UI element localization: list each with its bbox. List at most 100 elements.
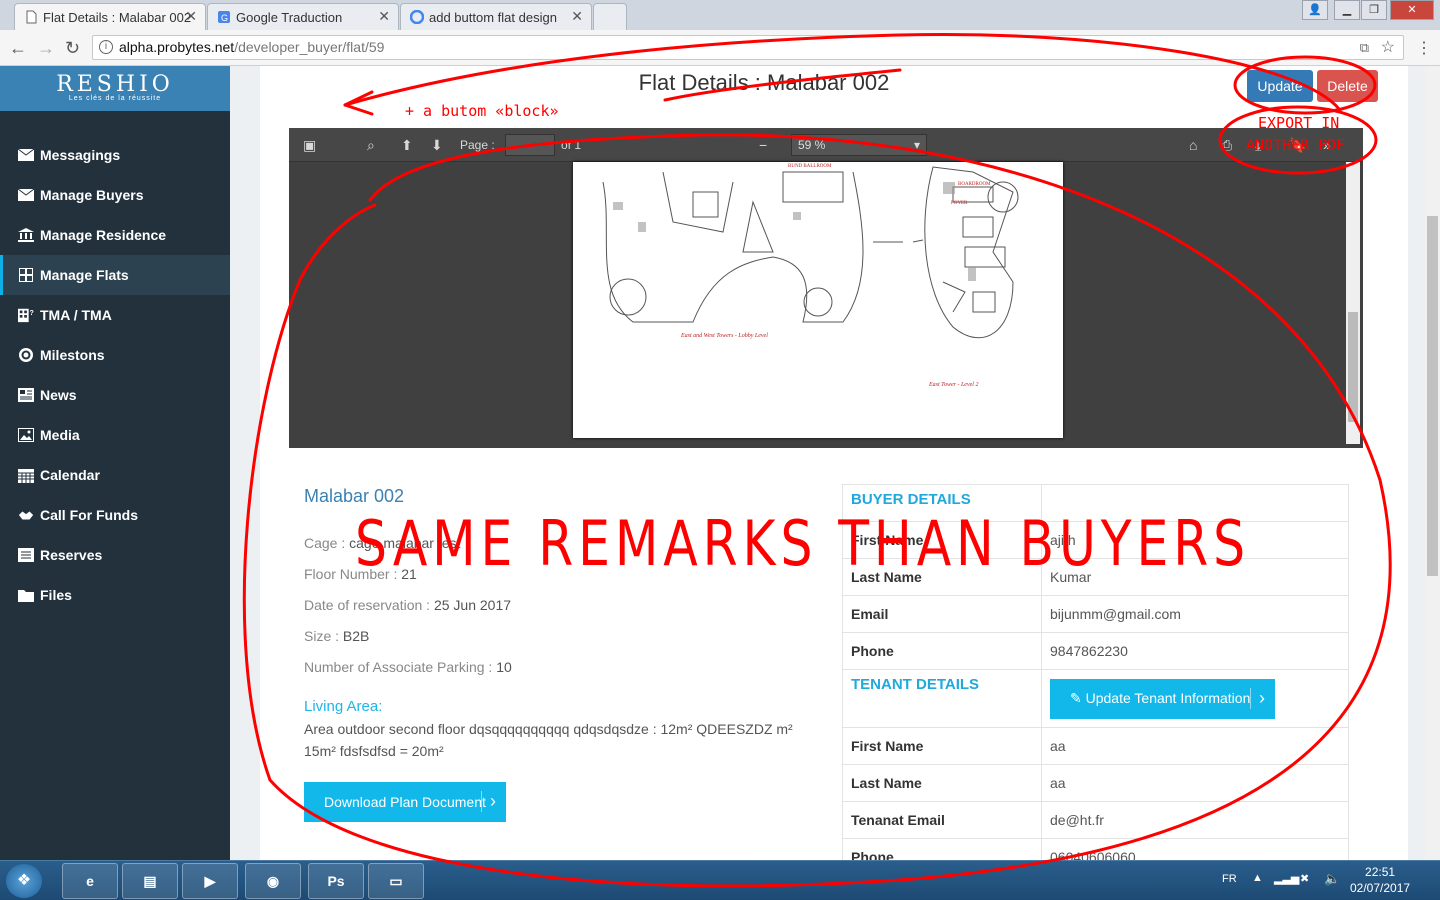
room-label: BUND BALLROOM — [788, 164, 832, 169]
close-icon[interactable]: ✕ — [378, 8, 390, 25]
page-count: of 1 — [561, 138, 582, 152]
chrome-icon[interactable]: ◉ — [245, 863, 301, 899]
star-icon[interactable]: ☆ — [1381, 36, 1395, 59]
delete-button[interactable]: Delete — [1317, 70, 1378, 102]
table-row: Last Name Kumar — [842, 558, 1349, 596]
reload-icon[interactable]: ↻ — [65, 38, 80, 59]
envelope-icon — [18, 148, 34, 162]
bookmark-icon[interactable]: 🔖 — [1289, 137, 1306, 154]
details-table: BUYER DETAILS First Name ajith Last Name… — [842, 484, 1349, 860]
tab-flat-details[interactable]: Flat Details : Malabar 002 ✕ — [14, 3, 206, 30]
download-icon[interactable]: ⤓ — [1255, 137, 1261, 154]
sidebar-item-manage-flats[interactable]: Manage Flats — [0, 255, 230, 295]
update-tenant-button[interactable]: ✎ Update Tenant Information › — [1050, 678, 1275, 719]
tab-add-button[interactable]: add buttom flat design ✕ — [400, 3, 592, 30]
clock-time: 22:51 — [1365, 865, 1396, 879]
photoshop-icon[interactable]: Ps — [308, 863, 364, 899]
sidebar-item-label: Messagings — [40, 147, 121, 163]
calendar-icon — [18, 468, 34, 483]
url-input[interactable]: i alpha.probytes.net/developer_buyer/fla… — [92, 35, 1404, 60]
pdf-viewer: ▣ ⌕ ⬆ ⬇ Page : of 1 − 59 % ▾ ⌂ ⎙ ⤓ 🔖 » B… — [289, 128, 1363, 448]
scrollbar-thumb[interactable] — [1348, 312, 1358, 422]
zoom-select[interactable]: 59 % ▾ — [791, 134, 927, 156]
sidebar-item-files[interactable]: Files — [0, 575, 230, 615]
new-tab-button[interactable] — [593, 3, 627, 30]
close-icon[interactable]: ✕ — [185, 8, 197, 25]
open-file-icon[interactable]: ⌂ — [1189, 137, 1197, 153]
clock[interactable]: 22:51 02/07/2017 — [1350, 864, 1410, 896]
search-icon[interactable]: ⌕ — [367, 137, 375, 154]
sidebar-item-label: Call For Funds — [40, 507, 138, 523]
download-plan-button[interactable]: Download Plan Document › — [304, 782, 506, 822]
sidebar-item-manage-residence[interactable]: Manage Residence — [0, 215, 230, 255]
media-player-icon[interactable]: ▶ — [182, 863, 238, 899]
user-icon[interactable]: 👤 — [1302, 0, 1328, 20]
image-icon — [18, 428, 34, 442]
sidebar-item-messagings[interactable]: Messagings — [0, 135, 230, 175]
target-icon — [18, 348, 34, 362]
zoom-out-icon[interactable]: − — [759, 137, 767, 153]
print-icon[interactable]: ⎙ — [1221, 137, 1232, 154]
room-label: BOARDROOM — [958, 182, 991, 187]
field-value: B2B — [342, 628, 370, 644]
back-arrow-icon[interactable]: ← — [9, 38, 27, 59]
previous-page-icon[interactable]: ⬆ — [401, 137, 413, 154]
menu-icon[interactable]: ⋮ — [1416, 38, 1432, 58]
forward-arrow-icon[interactable]: → — [37, 38, 55, 59]
page-icon — [26, 10, 37, 24]
tab-google-traduction[interactable]: G Google Traduction ✕ — [207, 3, 399, 30]
sidebar-item-manage-buyers[interactable]: Manage Buyers — [0, 175, 230, 215]
ie-icon[interactable]: e — [62, 863, 118, 899]
row-value: aa — [1041, 727, 1349, 765]
brand-tagline: Les clés de la réussite — [68, 95, 162, 102]
windows-start-icon[interactable]: ❖ — [6, 864, 42, 898]
window-close-icon[interactable]: ✕ — [1390, 0, 1434, 20]
flat-fields: Cage : cage malabar test Floor Number : … — [304, 528, 512, 683]
tools-icon[interactable]: » — [1323, 137, 1331, 153]
next-page-icon[interactable]: ⬇ — [431, 137, 443, 154]
signal-icon[interactable]: ▂▃▅ — [1274, 872, 1299, 885]
page-number-input[interactable] — [505, 134, 555, 156]
address-bar: ← → ↻ i alpha.probytes.net/developer_buy… — [0, 30, 1440, 66]
page-scrollbar[interactable] — [1425, 66, 1440, 860]
minimize-icon[interactable]: ▁ — [1334, 0, 1360, 20]
newspaper-icon — [18, 388, 34, 402]
arrow-up-icon[interactable]: ▲ — [1252, 872, 1263, 884]
pdf-page: BUND BALLROOM BOARDROOM FOYER East and W… — [573, 162, 1063, 438]
url-path: /developer_buyer/flat/59 — [234, 39, 385, 55]
info-icon[interactable]: i — [99, 40, 113, 54]
table-row: Email bijunmm@gmail.com — [842, 595, 1349, 633]
table-row: First Name aa — [842, 727, 1349, 765]
field-value: 21 — [401, 566, 417, 582]
window-icon[interactable]: ▭ — [368, 863, 424, 899]
pdf-scrollbar[interactable] — [1346, 162, 1360, 444]
sidebar-item-news[interactable]: News — [0, 375, 230, 415]
download-plan-label: Download Plan Document — [324, 794, 486, 810]
row-label: Email — [842, 595, 1042, 633]
volume-icon[interactable]: 🔈 — [1324, 871, 1340, 887]
sidebar-item-call-for-funds[interactable]: Call For Funds — [0, 495, 230, 535]
sidebar-toggle-icon[interactable]: ▣ — [303, 137, 316, 154]
main-content: Flat Details : Malabar 002 Update Delete… — [230, 66, 1425, 860]
sidebar-item-media[interactable]: Media — [0, 415, 230, 455]
sidebar: RESHIO Les clés de la réussite Messaging… — [0, 66, 230, 860]
sidebar-item-calendar[interactable]: Calendar — [0, 455, 230, 495]
envelope-icon — [18, 188, 34, 202]
sidebar-item-milestons[interactable]: Milestons — [0, 335, 230, 375]
network-icon[interactable]: ✖ — [1300, 872, 1309, 885]
maximize-icon[interactable]: ❐ — [1361, 0, 1387, 20]
field-label: Number of Associate Parking : — [304, 659, 497, 675]
sidebar-item-reserves[interactable]: Reserves — [0, 535, 230, 575]
handshake-icon — [18, 508, 34, 522]
bank-icon — [18, 228, 34, 242]
logo[interactable]: RESHIO Les clés de la réussite — [0, 66, 230, 111]
translate-icon[interactable]: ⧉ — [1360, 36, 1369, 59]
sidebar-item-tma[interactable]: ? TMA / TMA — [0, 295, 230, 335]
explorer-icon[interactable]: ▤ — [122, 863, 178, 899]
table-row: Last Name aa — [842, 764, 1349, 802]
close-icon[interactable]: ✕ — [571, 8, 583, 25]
room-label: FOYER — [951, 201, 968, 206]
update-button[interactable]: Update — [1247, 70, 1313, 102]
language-indicator[interactable]: FR — [1222, 873, 1237, 885]
scrollbar-thumb[interactable] — [1427, 216, 1438, 576]
